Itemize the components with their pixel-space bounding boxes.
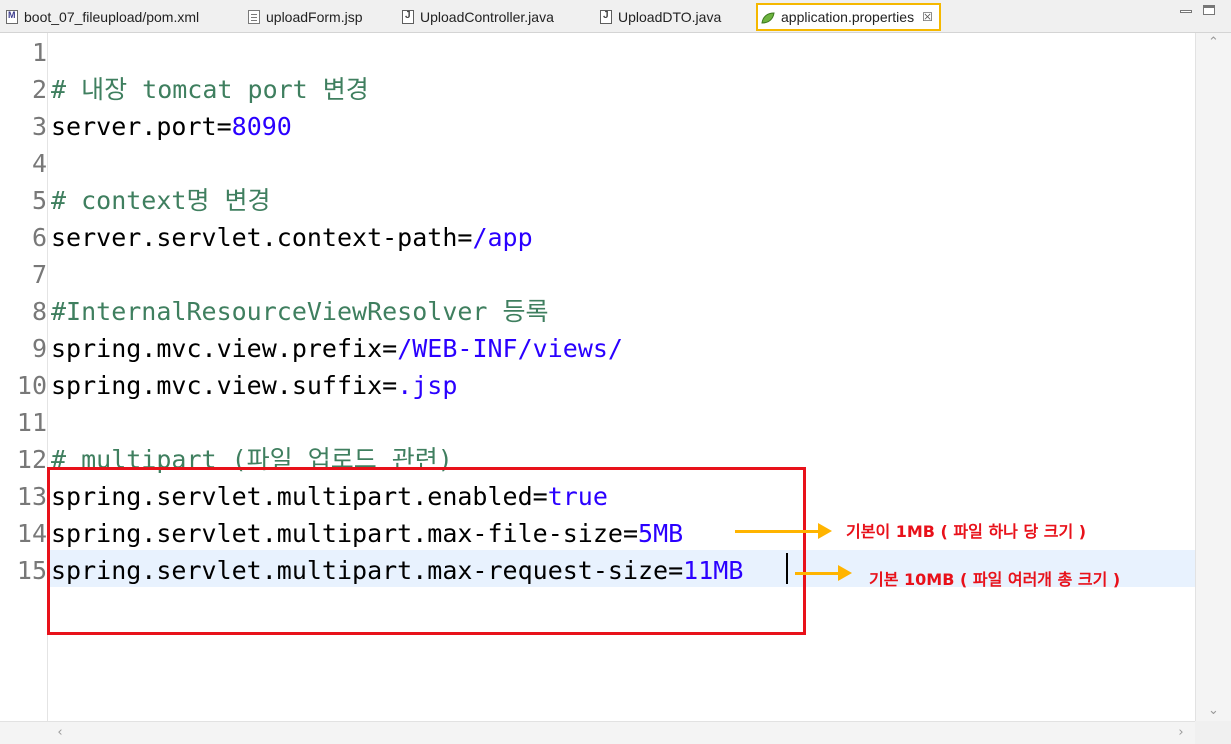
property-value: /WEB-INF/views/ xyxy=(397,334,623,363)
equals-sign: = xyxy=(457,223,473,252)
code-text: # 내장 tomcat port 변경 xyxy=(51,71,369,108)
java-file-icon xyxy=(402,10,414,24)
tab-label: UploadDTO.java xyxy=(618,9,722,25)
property-key: server.servlet.context-path xyxy=(51,223,458,252)
line-number: 2 xyxy=(31,75,47,104)
code-line[interactable]: 6 server.servlet.context-path=/app xyxy=(0,219,1195,256)
multipart-highlight-box xyxy=(47,467,806,635)
code-line[interactable]: 9 spring.mvc.view.prefix=/WEB-INF/views/ xyxy=(0,330,1195,367)
tab-application-properties[interactable]: application.properties ☒ xyxy=(756,3,941,31)
comment-text: # 내장 tomcat port 변경 xyxy=(51,75,369,104)
property-key: spring.mvc.view.suffix xyxy=(51,371,383,400)
code-line[interactable]: 1 xyxy=(0,34,1195,71)
tab-label: boot_07_fileupload/pom.xml xyxy=(24,9,200,25)
code-line[interactable]: 10 spring.mvc.view.suffix=.jsp xyxy=(0,367,1195,404)
line-number: 3 xyxy=(31,112,47,141)
scroll-left-icon[interactable]: ‹ xyxy=(50,722,70,744)
property-key: spring.mvc.view.prefix xyxy=(51,334,383,363)
tab-label: UploadController.java xyxy=(420,9,554,25)
code-line[interactable]: 8 #InternalResourceViewResolver 등록 xyxy=(0,293,1195,330)
tab-label: uploadForm.jsp xyxy=(266,9,363,25)
equals-sign: = xyxy=(382,371,398,400)
arrow-right-icon xyxy=(795,565,852,581)
line-number: 13 xyxy=(16,482,47,511)
line-number: 11 xyxy=(16,408,47,437)
property-value: 8090 xyxy=(231,112,292,141)
maximize-icon[interactable] xyxy=(1203,5,1215,15)
comment-text: # context명 변경 xyxy=(51,186,271,215)
line-number: 9 xyxy=(31,334,47,363)
code-text: #InternalResourceViewResolver 등록 xyxy=(51,293,549,330)
minimize-icon[interactable] xyxy=(1180,10,1192,13)
spring-leaf-icon xyxy=(761,11,775,24)
line-number: 6 xyxy=(31,223,47,252)
xml-file-icon xyxy=(6,10,18,24)
max-file-size-note: 기본이 1MB ( 파일 하나 당 크기 ) xyxy=(846,522,1087,541)
code-line[interactable]: 4 xyxy=(0,145,1195,182)
line-number: 5 xyxy=(31,186,47,215)
code-line[interactable]: 5 # context명 변경 xyxy=(0,182,1195,219)
arrow-right-icon xyxy=(735,523,832,539)
line-number: 8 xyxy=(31,297,47,326)
line-number: 1 xyxy=(31,38,47,67)
editor-tab-bar: boot_07_fileupload/pom.xml uploadForm.js… xyxy=(0,0,1231,33)
code-line[interactable]: 2 # 내장 tomcat port 변경 xyxy=(0,71,1195,108)
scroll-down-icon[interactable]: ⌄ xyxy=(1196,701,1231,721)
property-value: .jsp xyxy=(397,371,458,400)
property-value: /app xyxy=(472,223,533,252)
tab-pom-xml[interactable]: boot_07_fileupload/pom.xml xyxy=(6,3,199,31)
code-line[interactable]: 7 xyxy=(0,256,1195,293)
equals-sign: = xyxy=(382,334,398,363)
max-request-size-note: 기본 10MB ( 파일 여러개 총 크기 ) xyxy=(869,570,1121,589)
scroll-right-icon[interactable]: › xyxy=(1171,722,1191,744)
line-number: 12 xyxy=(16,445,47,474)
java-file-icon xyxy=(600,10,612,24)
vertical-scrollbar[interactable]: ⌃ ⌄ xyxy=(1195,33,1231,721)
property-key: server.port xyxy=(51,112,217,141)
jsp-file-icon xyxy=(248,10,260,24)
horizontal-scrollbar[interactable]: ‹ › xyxy=(0,721,1195,744)
scrollbar-corner xyxy=(1195,721,1231,744)
line-number: 10 xyxy=(16,371,47,400)
comment-text: #InternalResourceViewResolver 등록 xyxy=(51,297,549,326)
close-tab-icon[interactable]: ☒ xyxy=(922,10,933,24)
line-number: 7 xyxy=(31,260,47,289)
text-editor[interactable]: 1 2 # 내장 tomcat port 변경 3 server.port=8090 4 5… xyxy=(0,33,1195,721)
scroll-up-icon[interactable]: ⌃ xyxy=(1196,33,1231,53)
tab-label: application.properties xyxy=(781,9,915,25)
line-number: 14 xyxy=(16,519,47,548)
tab-uploadcontroller-java[interactable]: UploadController.java xyxy=(402,3,554,31)
tab-uploaddto-java[interactable]: UploadDTO.java xyxy=(600,3,721,31)
line-number: 15 xyxy=(16,556,47,585)
equals-sign: = xyxy=(216,112,232,141)
code-line[interactable]: 11 xyxy=(0,404,1195,441)
code-text: spring.mvc.view.prefix=/WEB-INF/views/ xyxy=(51,330,623,367)
code-text: spring.mvc.view.suffix=.jsp xyxy=(51,367,457,404)
code-text: server.port=8090 xyxy=(51,108,292,145)
code-text: server.servlet.context-path=/app xyxy=(51,219,533,256)
line-number: 4 xyxy=(31,149,47,178)
tab-uploadform-jsp[interactable]: uploadForm.jsp xyxy=(248,3,363,31)
code-text: # context명 변경 xyxy=(51,182,271,219)
code-line[interactable]: 3 server.port=8090 xyxy=(0,108,1195,145)
